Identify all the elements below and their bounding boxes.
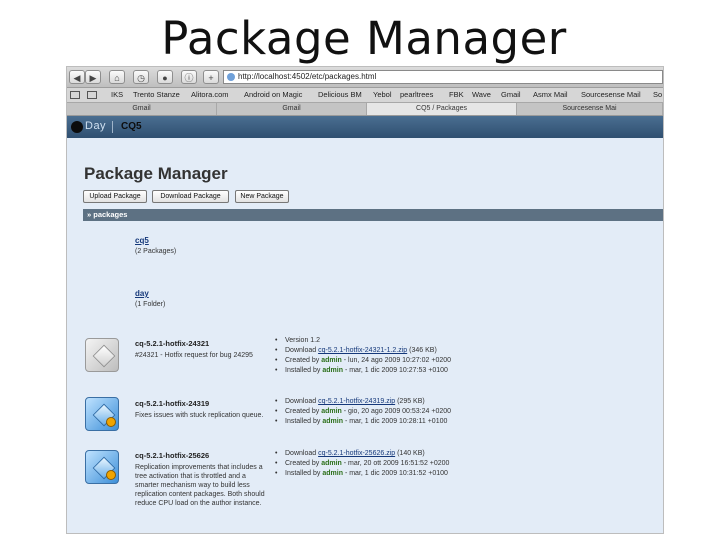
installed-line: Installed by admin - mar, 1 dic 2009 10:…: [275, 417, 451, 427]
bookmark-item[interactable]: Delicious BM: [318, 88, 362, 102]
created-user: admin: [321, 357, 342, 364]
package-description: #24321 - Hotfix request for bug 24295: [135, 352, 253, 359]
download-label: Download: [285, 398, 317, 405]
download-line: Download cq-5.2.1-hotfix-25626.zip (140 …: [275, 449, 449, 459]
book-icon[interactable]: [70, 91, 80, 99]
bookmark-item[interactable]: Trento Stanze: [133, 88, 180, 102]
bookmark-item[interactable]: FBK: [449, 88, 464, 102]
download-label: Download: [285, 450, 317, 457]
app-header: Day CQ5: [67, 116, 663, 138]
tab-sourcesense[interactable]: Sourcesense Mai: [517, 103, 663, 115]
stop-icon[interactable]: ●: [157, 70, 173, 84]
package-name[interactable]: cq-5.2.1-hotfix-24321: [135, 339, 209, 348]
browser-screenshot: ◀ ▶ ⌂ ◷ ● ⓘ + http://localhost:4502/etc/…: [66, 66, 664, 534]
package-details: Download cq-5.2.1-hotfix-24319.zip (295 …: [275, 397, 451, 427]
package-description: Replication improvements that includes a…: [135, 464, 265, 507]
installed-user: admin: [322, 470, 343, 477]
divider: [112, 121, 113, 133]
created-user: admin: [321, 460, 342, 467]
new-package-button[interactable]: New Package: [235, 190, 289, 203]
file-size: (140 KB): [397, 450, 425, 457]
page-title: Package Manager: [84, 164, 228, 183]
package-blue-icon[interactable]: [85, 450, 119, 484]
download-link[interactable]: cq-5.2.1-hotfix-25626.zip: [318, 450, 395, 457]
folder-link-cq5[interactable]: cq5: [135, 236, 149, 245]
installed-date: - mar, 1 dic 2009 10:31:52 +0100: [344, 470, 448, 477]
tab-strip: Gmail Gmail CQ5 / Packages Sourcesense M…: [67, 103, 663, 116]
download-package-button[interactable]: Download Package: [152, 190, 229, 203]
installed-line: Installed by admin - mar, 1 dic 2009 10:…: [275, 469, 449, 479]
download-label: Download: [285, 347, 317, 354]
installed-date: - mar, 1 dic 2009 10:27:53 +0100: [344, 367, 448, 374]
bookmark-item[interactable]: IKS: [111, 88, 123, 102]
installed-label: Installed by: [285, 470, 321, 477]
browser-toolbar: ◀ ▶ ⌂ ◷ ● ⓘ + http://localhost:4502/etc/…: [67, 67, 663, 88]
file-size: (295 KB): [397, 398, 425, 405]
download-line: Download cq-5.2.1-hotfix-24319.zip (295 …: [275, 397, 451, 407]
tab-cq5-packages[interactable]: CQ5 / Packages: [367, 103, 517, 115]
bookmark-item[interactable]: Sourcesense Mail: [581, 88, 641, 102]
slide-title: Package Manager: [161, 12, 567, 65]
created-label: Created by: [285, 460, 320, 467]
created-line: Created by admin - gio, 20 ago 2009 00:5…: [275, 407, 451, 417]
bookmark-item[interactable]: Yebol: [373, 88, 392, 102]
tab-gmail-2[interactable]: Gmail: [217, 103, 367, 115]
history-icon[interactable]: ◷: [133, 70, 149, 84]
folder-count: (1 Folder): [135, 301, 166, 308]
globe-icon: [227, 73, 235, 81]
package-name[interactable]: cq-5.2.1-hotfix-25626: [135, 451, 209, 460]
installed-user: admin: [322, 418, 343, 425]
bookmark-item[interactable]: Android on Magic: [244, 88, 302, 102]
download-link[interactable]: cq-5.2.1-hotfix-24321-1.2.zip: [318, 347, 407, 354]
file-size: (346 KB): [409, 347, 437, 354]
grid-icon[interactable]: [87, 91, 97, 99]
package-details: Version 1.2 Download cq-5.2.1-hotfix-243…: [275, 336, 451, 376]
bookmark-item[interactable]: Alitora.com: [191, 88, 229, 102]
bookmark-item[interactable]: pearltrees: [400, 88, 433, 102]
address-bar[interactable]: http://localhost:4502/etc/packages.html: [223, 70, 663, 84]
created-label: Created by: [285, 357, 320, 364]
created-date: - mar, 20 ott 2009 16:51:52 +0200: [343, 460, 450, 467]
day-logo-icon: [71, 121, 83, 133]
folder-link-day[interactable]: day: [135, 289, 149, 298]
upload-package-button[interactable]: Upload Package: [83, 190, 147, 203]
bookmark-item[interactable]: So: [653, 88, 662, 102]
product-name[interactable]: CQ5: [121, 121, 142, 132]
bookmark-item[interactable]: Asmx Mail: [533, 88, 568, 102]
installed-line: Installed by admin - mar, 1 dic 2009 10:…: [275, 366, 451, 376]
package-gray-icon[interactable]: [85, 338, 119, 372]
bookmarks-bar: IKS Trento Stanze Alitora.com Android on…: [67, 88, 663, 103]
breadcrumb[interactable]: » packages: [83, 209, 663, 221]
version-line: Version 1.2: [275, 336, 451, 346]
package-description: Fixes issues with stuck replication queu…: [135, 412, 264, 419]
bookmark-item[interactable]: Wave: [472, 88, 491, 102]
info-icon[interactable]: ⓘ: [181, 70, 197, 84]
add-bookmark-icon[interactable]: +: [203, 70, 219, 84]
download-line: Download cq-5.2.1-hotfix-24321-1.2.zip (…: [275, 346, 451, 356]
package-blue-icon[interactable]: [85, 397, 119, 431]
back-icon[interactable]: ◀: [69, 70, 85, 84]
installed-label: Installed by: [285, 418, 321, 425]
bookmark-item[interactable]: Gmail: [501, 88, 521, 102]
created-date: - lun, 24 ago 2009 10:27:02 +0200: [343, 357, 452, 364]
vendor-name: Day: [85, 120, 107, 132]
created-user: admin: [321, 408, 342, 415]
created-line: Created by admin - lun, 24 ago 2009 10:2…: [275, 356, 451, 366]
download-link[interactable]: cq-5.2.1-hotfix-24319.zip: [318, 398, 395, 405]
installed-user: admin: [322, 367, 343, 374]
tab-gmail[interactable]: Gmail: [67, 103, 217, 115]
created-label: Created by: [285, 408, 320, 415]
created-line: Created by admin - mar, 20 ott 2009 16:5…: [275, 459, 449, 469]
installed-date: - mar, 1 dic 2009 10:28:11 +0100: [344, 418, 448, 425]
address-bar-url: http://localhost:4502/etc/packages.html: [238, 72, 377, 81]
installed-label: Installed by: [285, 367, 321, 374]
forward-icon[interactable]: ▶: [85, 70, 101, 84]
folder-count: (2 Packages): [135, 248, 177, 255]
home-icon[interactable]: ⌂: [109, 70, 125, 84]
created-date: - gio, 20 ago 2009 00:53:24 +0200: [343, 408, 452, 415]
package-details: Download cq-5.2.1-hotfix-25626.zip (140 …: [275, 449, 449, 479]
package-name[interactable]: cq-5.2.1-hotfix-24319: [135, 399, 209, 408]
